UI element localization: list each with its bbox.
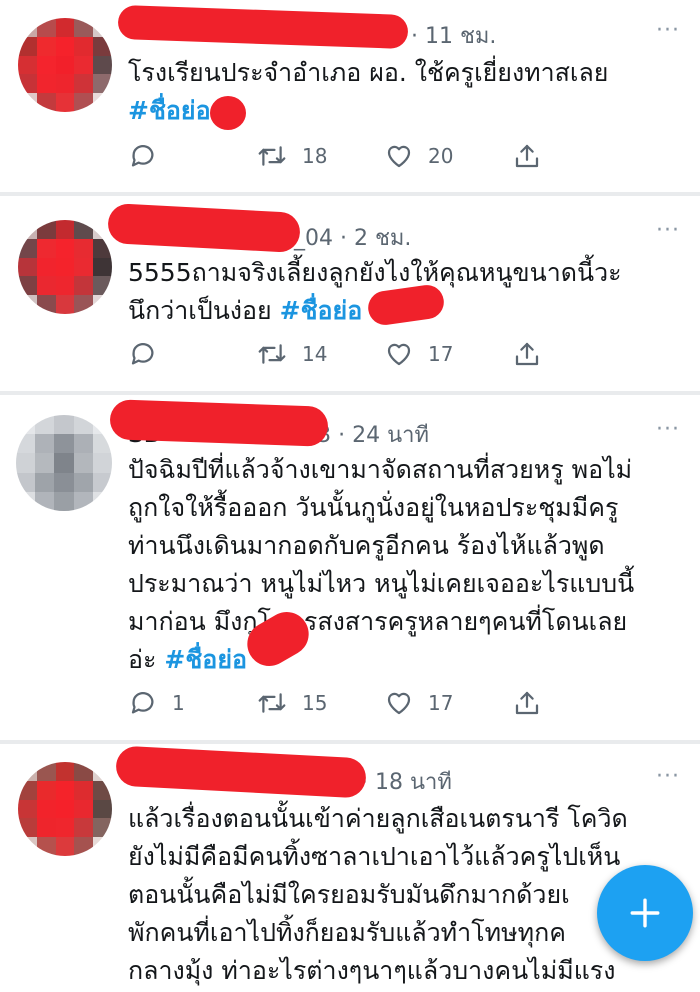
like-count: 20 (428, 144, 454, 168)
tweet-text: โรงเรียนประจำอำเภอ ผอ. ใช้ครูเยี่ยงทาสเล… (128, 54, 670, 130)
retweet-count: 14 (302, 342, 328, 366)
heart-icon (387, 145, 411, 168)
retweet-count: 15 (302, 691, 328, 715)
share-button[interactable] (512, 141, 640, 171)
reply-button[interactable] (128, 141, 256, 171)
like-button[interactable]: 17 (384, 339, 512, 369)
retweet-button[interactable]: 15 (256, 688, 384, 718)
tweet-card[interactable]: SD 3 · 24 นาที ··· ปัจฉิมปีที่แล้วจ้างเข… (0, 395, 700, 740)
share-button[interactable] (512, 339, 640, 369)
tweet-card[interactable]: _04 · 2 ชม. ··· 5555ถามจริงเลี้ยงลูกยังไ… (0, 196, 700, 391)
tweet-actions: 18 20 (128, 138, 640, 174)
tweet-text-line: ท่านนึงเดินมากอดกับครูอีกคน ร้องไห้แล้วพ… (128, 531, 605, 560)
tweet-card[interactable]: 1 · 18 นาที ··· แล้วเรื่องตอนนั้นเข้าค่า… (0, 744, 700, 992)
more-options-icon[interactable]: ··· (656, 18, 680, 43)
share-icon (515, 144, 539, 168)
like-count: 17 (428, 691, 454, 715)
retweet-icon (258, 693, 286, 713)
like-count: 17 (428, 342, 454, 366)
tweet-text-fragment: อ่ะ (128, 645, 165, 674)
share-icon (515, 691, 539, 715)
retweet-icon (258, 146, 286, 166)
tweet-text: แล้วเรื่องตอนนั้นเข้าค่ายลูกเสือเนตรนารี… (128, 800, 670, 990)
tweet-text-line: ปัจฉิมปีที่แล้วจ้างเขามาจัดสถานที่สวยหรู… (128, 455, 633, 484)
tweet-actions: 14 17 (128, 336, 640, 372)
more-options-icon[interactable]: ··· (656, 417, 680, 442)
tweet-text-line: มาก่อน มึงกูโคตรสงสารครูหลายๆคนที่โดนเลย (128, 607, 628, 636)
tweet-actions: 1 15 17 (128, 685, 640, 721)
tweet-text: ปัจฉิมปีที่แล้วจ้างเขามาจัดสถานที่สวยหรู… (128, 451, 670, 679)
tweet-text-line: แล้วเรื่องตอนนั้นเข้าค่ายลูกเสือเนตรนารี… (128, 804, 628, 833)
tweet-text-line: 5555ถามจริงเลี้ยงลูกยังไงให้คุณหนูขนาดนี… (128, 258, 622, 287)
tweet-text-fragment: นึกว่าเป็นง่อย (128, 296, 280, 325)
share-icon (515, 342, 539, 366)
retweet-icon (258, 344, 286, 364)
heart-icon (387, 692, 411, 715)
more-options-icon[interactable]: ··· (656, 218, 680, 243)
timestamp[interactable]: · 18 นาที (361, 770, 452, 795)
redaction-mark (109, 399, 329, 447)
reply-button[interactable]: 1 (128, 688, 256, 718)
tweet-text-line: โรงเรียนประจำอำเภอ ผอ. ใช้ครูเยี่ยงทาสเล… (128, 58, 609, 87)
retweet-button[interactable]: 18 (256, 141, 384, 171)
avatar[interactable] (16, 415, 112, 511)
reply-icon (131, 692, 154, 714)
like-button[interactable]: 17 (384, 688, 512, 718)
tweet-text-line: ตอนนั้นคือไม่มีใครยอมรับมันดึกมากด้วยเ (128, 880, 570, 909)
timestamp[interactable]: · 24 นาที (338, 423, 429, 448)
hashtag-link[interactable]: #ชื่อย่อ (164, 645, 247, 674)
plus-icon (630, 898, 660, 928)
tweet-text-line: ยังไม่มีคือมีคนทิ้งซาลาเปาเอาไว้แล้วครูไ… (128, 842, 621, 871)
timestamp[interactable]: · 2 ชม. (340, 226, 411, 251)
reply-count: 1 (172, 691, 185, 715)
like-button[interactable]: 20 (384, 141, 512, 171)
hashtag-link[interactable]: #ชื่อย่อ (128, 96, 211, 125)
more-options-icon[interactable]: ··· (656, 764, 680, 789)
share-button[interactable] (512, 688, 640, 718)
tweet-text-line: ถูกใจให้รื้อออก วันนั้นกูนั่งอยู่ในหอประ… (128, 493, 619, 522)
reply-icon (131, 145, 154, 167)
heart-icon (387, 343, 411, 366)
reply-icon (131, 343, 154, 365)
compose-tweet-button[interactable] (597, 865, 693, 961)
avatar[interactable] (18, 762, 112, 856)
timestamp[interactable]: · 11 ชม. (411, 24, 496, 49)
tweet-card[interactable]: 0205 · 11 ชม. ··· โรงเรียนประจำอำเภอ ผอ.… (0, 0, 700, 192)
avatar[interactable] (18, 220, 112, 314)
hashtag-link[interactable]: #ชื่อย่อ (280, 296, 363, 325)
tweet-text-line: ประมาณว่า หนูไม่ไหว หนูไม่เคยเจออะไรแบบน… (128, 569, 635, 598)
avatar[interactable] (18, 18, 112, 112)
retweet-button[interactable]: 14 (256, 339, 384, 369)
tweet-text-line: กลางมุ้ง ท่าอะไรต่างๆนาๆแล้วบางคนไม่มีแร… (128, 956, 616, 985)
retweet-count: 18 (302, 144, 328, 168)
reply-button[interactable] (128, 339, 256, 369)
tweet-text-line: อ่ะ #ชื่อย่อ (128, 641, 670, 679)
tweet-text-line: พักคนที่เอาไปทิ้งก็ยอมรับแล้วทำโทษทุกค (128, 918, 566, 947)
redaction-mark (210, 96, 246, 130)
